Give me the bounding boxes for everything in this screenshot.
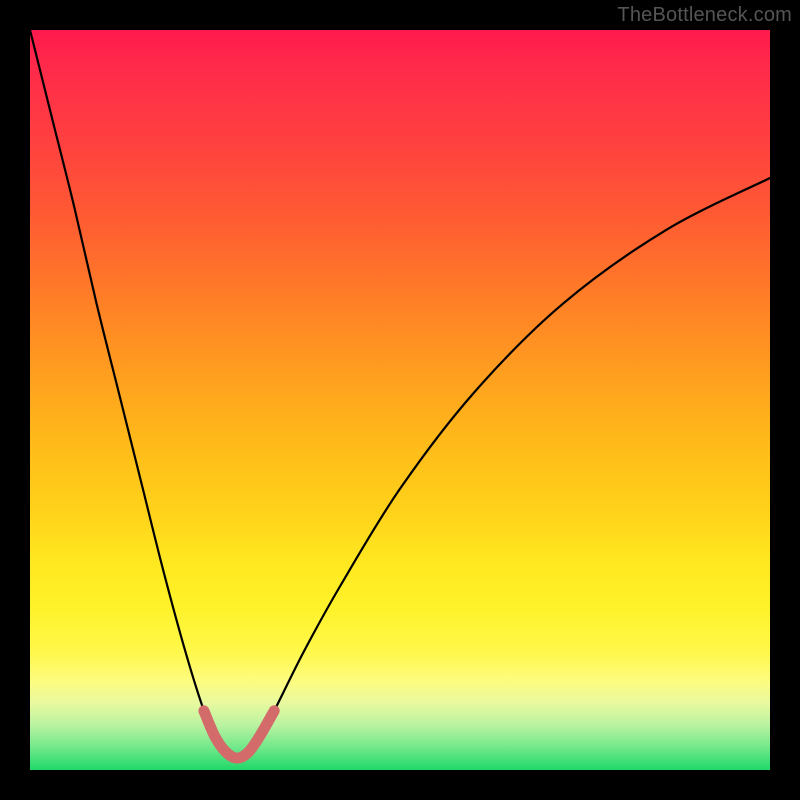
background-gradient: [30, 30, 770, 770]
chart-frame: [30, 30, 770, 770]
watermark-text: TheBottleneck.com: [617, 4, 792, 27]
